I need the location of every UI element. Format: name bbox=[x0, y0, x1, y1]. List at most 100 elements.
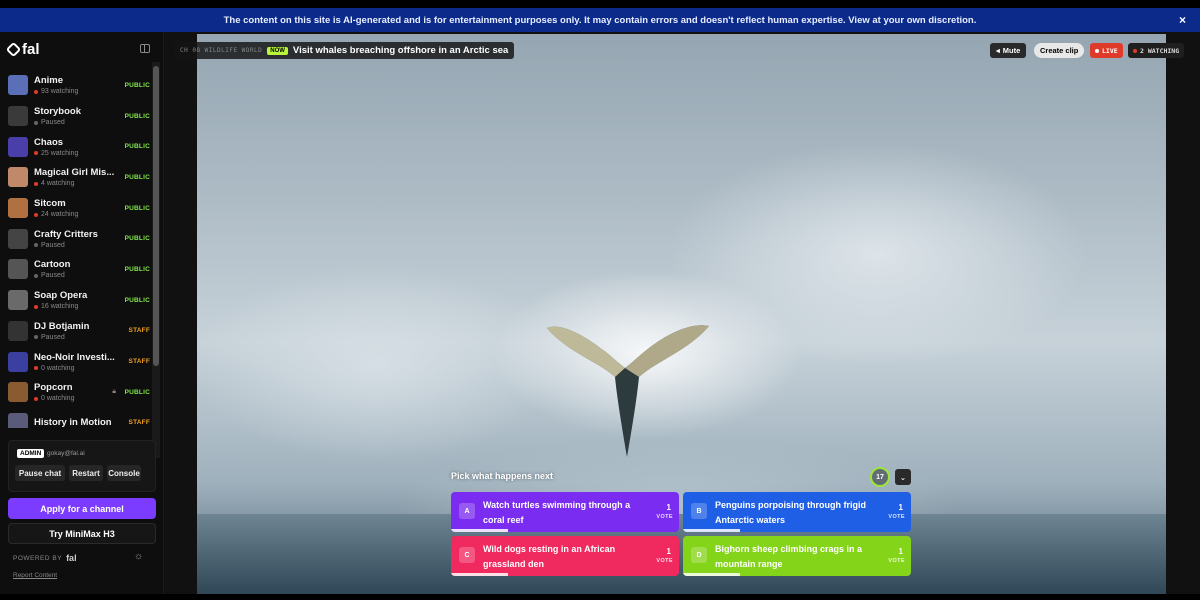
channel-status: 0 watching bbox=[34, 395, 106, 402]
channel-status: 24 watching bbox=[34, 211, 118, 218]
mute-button[interactable]: ◂ Mute bbox=[990, 43, 1027, 58]
status-dot-icon bbox=[34, 396, 38, 401]
channel-item[interactable]: Storybook Paused PUBLIC bbox=[8, 101, 150, 132]
option-vote-count: 1 bbox=[898, 547, 903, 556]
channel-name: Sitcom bbox=[34, 198, 66, 210]
channel-visibility-badge: STAFF bbox=[128, 358, 150, 366]
channel-status: 0 watching bbox=[34, 365, 118, 372]
poll-option-d[interactable]: D Bighorn sheep climbing crags in a mount… bbox=[683, 536, 911, 576]
channel-thumbnail bbox=[8, 167, 28, 188]
stream-stage: CH 08 WILDLIFE WORLD NOW Visit whales br… bbox=[164, 32, 1200, 594]
report-content-link[interactable]: Report Content bbox=[13, 572, 57, 579]
logo-text: fal bbox=[22, 41, 40, 58]
powered-logo: fal bbox=[66, 553, 77, 563]
channel-info: History in Motion bbox=[34, 417, 118, 428]
status-dot-icon bbox=[34, 273, 38, 278]
option-vote-label: VOTE bbox=[888, 558, 905, 564]
channel-status-text: Paused bbox=[41, 272, 65, 280]
now-badge: NOW bbox=[267, 46, 288, 55]
theme-toggle-icon[interactable]: ☼ bbox=[134, 551, 143, 562]
channel-visibility-badge: PUBLIC bbox=[124, 296, 150, 304]
option-vote-count: 1 bbox=[666, 547, 671, 556]
apply-channel-button[interactable]: Apply for a channel bbox=[8, 498, 156, 519]
channel-item[interactable]: Chaos 25 watching PUBLIC bbox=[8, 131, 150, 162]
status-dot-icon bbox=[34, 89, 38, 94]
channel-name: Crafty Critters bbox=[34, 228, 98, 240]
channel-status: Paused bbox=[34, 334, 118, 341]
admin-panel: ADMIN gokay@fal.ai Pause chat Restart Co… bbox=[8, 440, 156, 492]
channel-info: Magical Girl Mis... 4 watching bbox=[34, 167, 118, 187]
channel-thumbnail bbox=[8, 136, 28, 157]
channel-status: Paused bbox=[34, 242, 118, 249]
channel-status: 93 watching bbox=[34, 88, 118, 95]
channel-thumbnail bbox=[8, 259, 28, 280]
powered-label: POWERED BY bbox=[13, 554, 63, 562]
channel-info: DJ Botjamin Paused bbox=[34, 321, 118, 341]
channel-status-text: Paused bbox=[41, 119, 65, 127]
channel-name: Magical Girl Mis... bbox=[34, 167, 115, 179]
channel-status-text: Paused bbox=[41, 333, 65, 341]
channel-item[interactable]: History in Motion STAFF bbox=[8, 408, 150, 428]
restart-button[interactable]: Restart bbox=[69, 465, 103, 481]
channel-item[interactable]: Cartoon Paused PUBLIC bbox=[8, 254, 150, 285]
poll-option-c[interactable]: C Wild dogs resting in an African grassla… bbox=[451, 536, 679, 576]
channel-thumbnail bbox=[8, 228, 28, 249]
poll-option-b[interactable]: B Penguins porpoising through frigid Anta… bbox=[683, 492, 911, 532]
channel-item[interactable]: Crafty Critters Paused PUBLIC bbox=[8, 223, 150, 254]
option-letter: C bbox=[459, 547, 475, 563]
lock-icon: 🔒︎ bbox=[112, 388, 116, 396]
fal-logo[interactable]: fal bbox=[5, 41, 40, 58]
sidebar-collapse-icon[interactable] bbox=[140, 44, 150, 53]
channel-visibility-badge: PUBLIC bbox=[124, 143, 150, 151]
channel-item[interactable]: Soap Opera 16 watching PUBLIC bbox=[8, 285, 150, 316]
channel-info: Crafty Critters Paused bbox=[34, 229, 118, 249]
channel-status: 4 watching bbox=[34, 180, 118, 187]
channel-name: Neo-Noir Investi... bbox=[34, 351, 115, 363]
status-dot-icon bbox=[34, 304, 38, 309]
live-badge: LIVE bbox=[1090, 43, 1123, 58]
option-progress-bar bbox=[451, 529, 508, 532]
disclaimer-banner: The content on this site is AI-generated… bbox=[0, 8, 1200, 32]
watching-dot-icon bbox=[1133, 48, 1137, 53]
close-icon[interactable]: × bbox=[1179, 13, 1186, 27]
channel-name: Anime bbox=[34, 75, 64, 87]
channel-info: Popcorn 0 watching bbox=[34, 382, 106, 402]
channel-thumbnail bbox=[8, 351, 28, 372]
whale-tail-image bbox=[547, 325, 709, 457]
channel-name: Popcorn bbox=[34, 382, 73, 394]
console-button[interactable]: Console bbox=[107, 465, 141, 481]
channel-item[interactable]: Neo-Noir Investi... 0 watching STAFF bbox=[8, 346, 150, 377]
pause-chat-button[interactable]: Pause chat bbox=[15, 465, 65, 481]
channel-item[interactable]: Magical Girl Mis... 4 watching PUBLIC bbox=[8, 162, 150, 193]
channel-item[interactable]: DJ Botjamin Paused STAFF bbox=[8, 316, 150, 347]
channel-thumbnail bbox=[8, 320, 28, 341]
option-letter: A bbox=[459, 503, 475, 519]
channel-status: 25 watching bbox=[34, 150, 118, 157]
channel-status-text: Paused bbox=[41, 241, 65, 249]
channel-visibility-badge: PUBLIC bbox=[124, 204, 150, 212]
channel-item[interactable]: Popcorn 0 watching 🔒︎ PUBLIC bbox=[8, 377, 150, 408]
chevron-down-icon[interactable]: ⌄ bbox=[895, 469, 911, 485]
channel-status: 16 watching bbox=[34, 303, 118, 310]
poll-timer: 17 bbox=[870, 467, 890, 487]
channel-item[interactable]: Sitcom 24 watching PUBLIC bbox=[8, 193, 150, 224]
option-text: Penguins porpoising through frigid Antar… bbox=[715, 500, 866, 525]
video-player[interactable] bbox=[197, 34, 1166, 594]
option-progress-bar bbox=[451, 573, 508, 576]
channel-status: Paused bbox=[34, 119, 118, 126]
channel-info: Cartoon Paused bbox=[34, 259, 118, 279]
option-text: Wild dogs resting in an African grasslan… bbox=[483, 544, 616, 569]
option-vote-label: VOTE bbox=[888, 514, 905, 520]
try-minimax-button[interactable]: Try MiniMax H3 bbox=[8, 523, 156, 544]
channel-thumbnail bbox=[8, 412, 28, 428]
status-dot-icon bbox=[34, 243, 38, 248]
scrollbar-thumb[interactable] bbox=[153, 66, 159, 366]
poll-option-a[interactable]: A Watch turtles swimming through a coral … bbox=[451, 492, 679, 532]
bottom-edge bbox=[0, 594, 1200, 600]
channel-thumbnail bbox=[8, 106, 28, 127]
option-letter: B bbox=[691, 503, 707, 519]
create-clip-button[interactable]: Create clip bbox=[1034, 43, 1085, 58]
channel-info: Neo-Noir Investi... 0 watching bbox=[34, 352, 118, 372]
channel-info: Soap Opera 16 watching bbox=[34, 290, 118, 310]
channel-item[interactable]: Anime 93 watching PUBLIC bbox=[8, 70, 150, 101]
